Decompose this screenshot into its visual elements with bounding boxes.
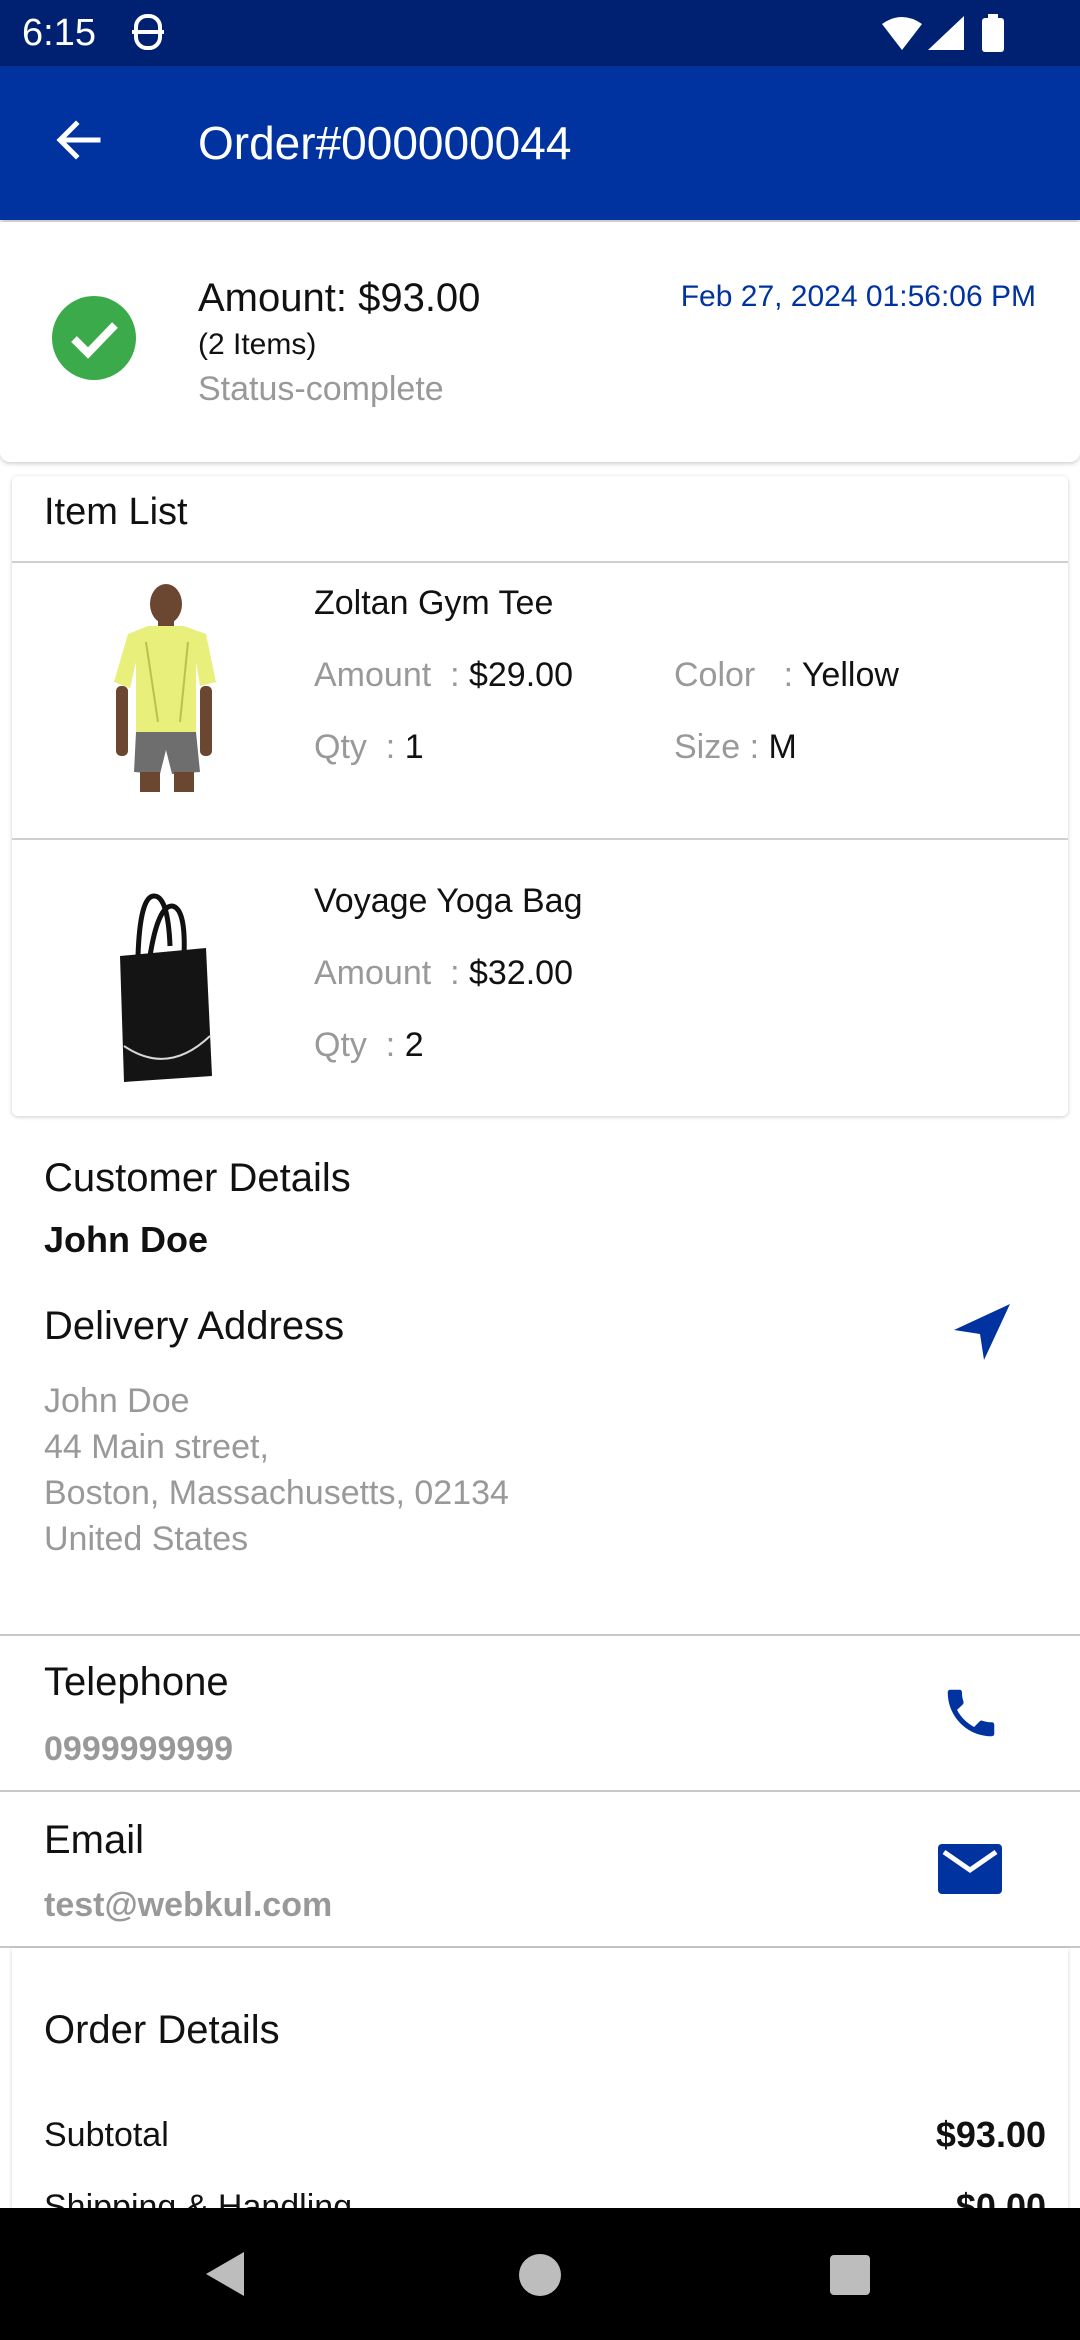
- status-time: 6:15: [22, 12, 96, 54]
- notification-s-icon: [132, 14, 164, 50]
- item-color: Color : Yellow: [674, 656, 899, 694]
- item-list-card: Item List Zoltan Gym Tee Amount : $29.00…: [12, 476, 1068, 1116]
- order-date: Feb 27, 2024 01:56:06 PM: [680, 280, 1036, 313]
- item-qty-value: 1: [404, 728, 424, 766]
- email-title: Email: [44, 1818, 145, 1862]
- item-list-title: Item List: [44, 491, 188, 533]
- item-qty: Qty : 1: [314, 728, 424, 766]
- telephone-title: Telephone: [44, 1660, 229, 1704]
- item-amount: Amount : $32.00: [314, 954, 573, 992]
- email-value: test@webkul.com: [44, 1886, 333, 1924]
- item-amount: Amount : $29.00: [314, 656, 573, 694]
- order-items-count: (2 Items): [198, 328, 317, 361]
- divider: [0, 1634, 1080, 1636]
- battery-icon: [982, 14, 1004, 52]
- address-line: Boston, Massachusetts, 02134: [44, 1474, 509, 1512]
- back-arrow-icon[interactable]: [50, 112, 106, 168]
- subtotal-value: $93.00: [935, 2114, 1046, 2155]
- signal-icon: [928, 16, 964, 50]
- customer-name: John Doe: [44, 1219, 209, 1260]
- order-amount: Amount: $93.00: [198, 276, 481, 320]
- shipping-value: $0.00: [955, 2186, 1046, 2208]
- order-details-card: Order Details Subtotal $93.00 Shipping &…: [12, 1948, 1068, 2208]
- item-qty-label: Qty: [314, 1026, 367, 1064]
- nav-recents-icon[interactable]: [830, 2255, 870, 2295]
- item-name: Voyage Yoga Bag: [314, 882, 583, 920]
- check-circle-icon: [52, 296, 136, 380]
- divider: [12, 561, 1068, 563]
- item-size-label: Size: [674, 728, 741, 766]
- item-qty: Qty : 2: [314, 1026, 424, 1064]
- order-details-title: Order Details: [44, 2008, 280, 2052]
- navigation-icon[interactable]: [950, 1300, 1014, 1364]
- system-navigation-bar: [0, 2208, 1080, 2340]
- item-color-label: Color: [674, 656, 756, 694]
- divider: [0, 1790, 1080, 1792]
- item-amount-value: $29.00: [468, 656, 573, 694]
- item-size-value: M: [768, 728, 797, 766]
- nav-home-icon[interactable]: [519, 2254, 561, 2296]
- mail-icon[interactable]: [938, 1844, 1002, 1894]
- customer-details-title: Customer Details: [44, 1156, 351, 1200]
- delivery-address-title: Delivery Address: [44, 1304, 345, 1348]
- order-status: Status-complete: [198, 370, 444, 408]
- app-bar: Order#000000044: [0, 66, 1080, 220]
- divider: [12, 838, 1068, 840]
- page-title: Order#000000044: [198, 117, 572, 169]
- wifi-icon: [882, 17, 922, 50]
- item-amount-label: Amount: [314, 954, 432, 992]
- item-color-value: Yellow: [801, 656, 899, 694]
- item-name: Zoltan Gym Tee: [314, 584, 554, 622]
- item-size: Size : M: [674, 728, 797, 766]
- item-amount-label: Amount: [314, 656, 432, 694]
- address-line: John Doe: [44, 1382, 190, 1420]
- telephone-value: 0999999999: [44, 1730, 234, 1768]
- order-summary-card: Amount: $93.00 (2 Items) Status-complete…: [0, 222, 1080, 462]
- item-qty-value: 2: [404, 1026, 424, 1064]
- nav-back-icon[interactable]: [204, 2252, 246, 2296]
- shipping-label: Shipping & Handling: [44, 2188, 353, 2208]
- item-amount-value: $32.00: [468, 954, 573, 992]
- phone-icon[interactable]: [940, 1682, 1002, 1744]
- subtotal-label: Subtotal: [44, 2116, 169, 2154]
- status-bar: 6:15: [0, 0, 1080, 66]
- item-qty-label: Qty: [314, 728, 367, 766]
- address-line: United States: [44, 1520, 249, 1558]
- product-image-bag: [120, 893, 212, 1082]
- product-image-tee: [114, 584, 216, 792]
- address-line: 44 Main street,: [44, 1428, 269, 1466]
